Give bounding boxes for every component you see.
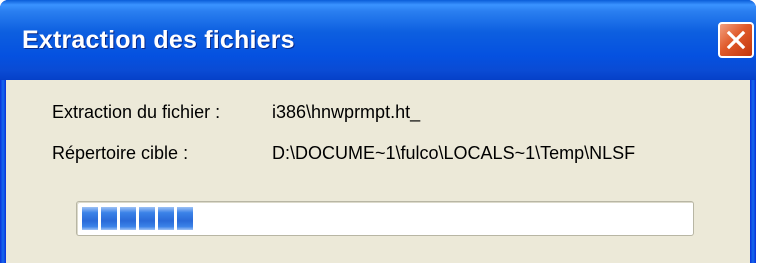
- target-directory-value: D:\DOCUME~1\fulco\LOCALS~1\Temp\NLSF: [272, 143, 636, 163]
- window-title: Extraction des fichiers: [22, 26, 295, 54]
- progress-bar: [76, 201, 694, 236]
- extraction-dialog: Extraction des fichiers Extraction du fi…: [0, 0, 756, 263]
- close-button[interactable]: [718, 22, 754, 58]
- target-directory-label: Répertoire cible :: [52, 143, 189, 163]
- progress-block: [101, 207, 117, 230]
- progress-block: [158, 207, 174, 230]
- extracting-file-value: i386\hnwprmpt.ht_: [272, 102, 421, 122]
- title-bar[interactable]: Extraction des fichiers: [0, 0, 756, 80]
- progress-fill: [82, 207, 193, 230]
- close-icon: [725, 29, 747, 51]
- progress-block: [177, 207, 193, 230]
- progress-block: [82, 207, 98, 230]
- window-frame-right: [750, 80, 756, 263]
- dialog-body: Extraction du fichier : i386\hnwprmpt.ht…: [6, 80, 750, 263]
- extracting-file-label: Extraction du fichier :: [52, 102, 221, 122]
- progress-block: [139, 207, 155, 230]
- progress-block: [120, 207, 136, 230]
